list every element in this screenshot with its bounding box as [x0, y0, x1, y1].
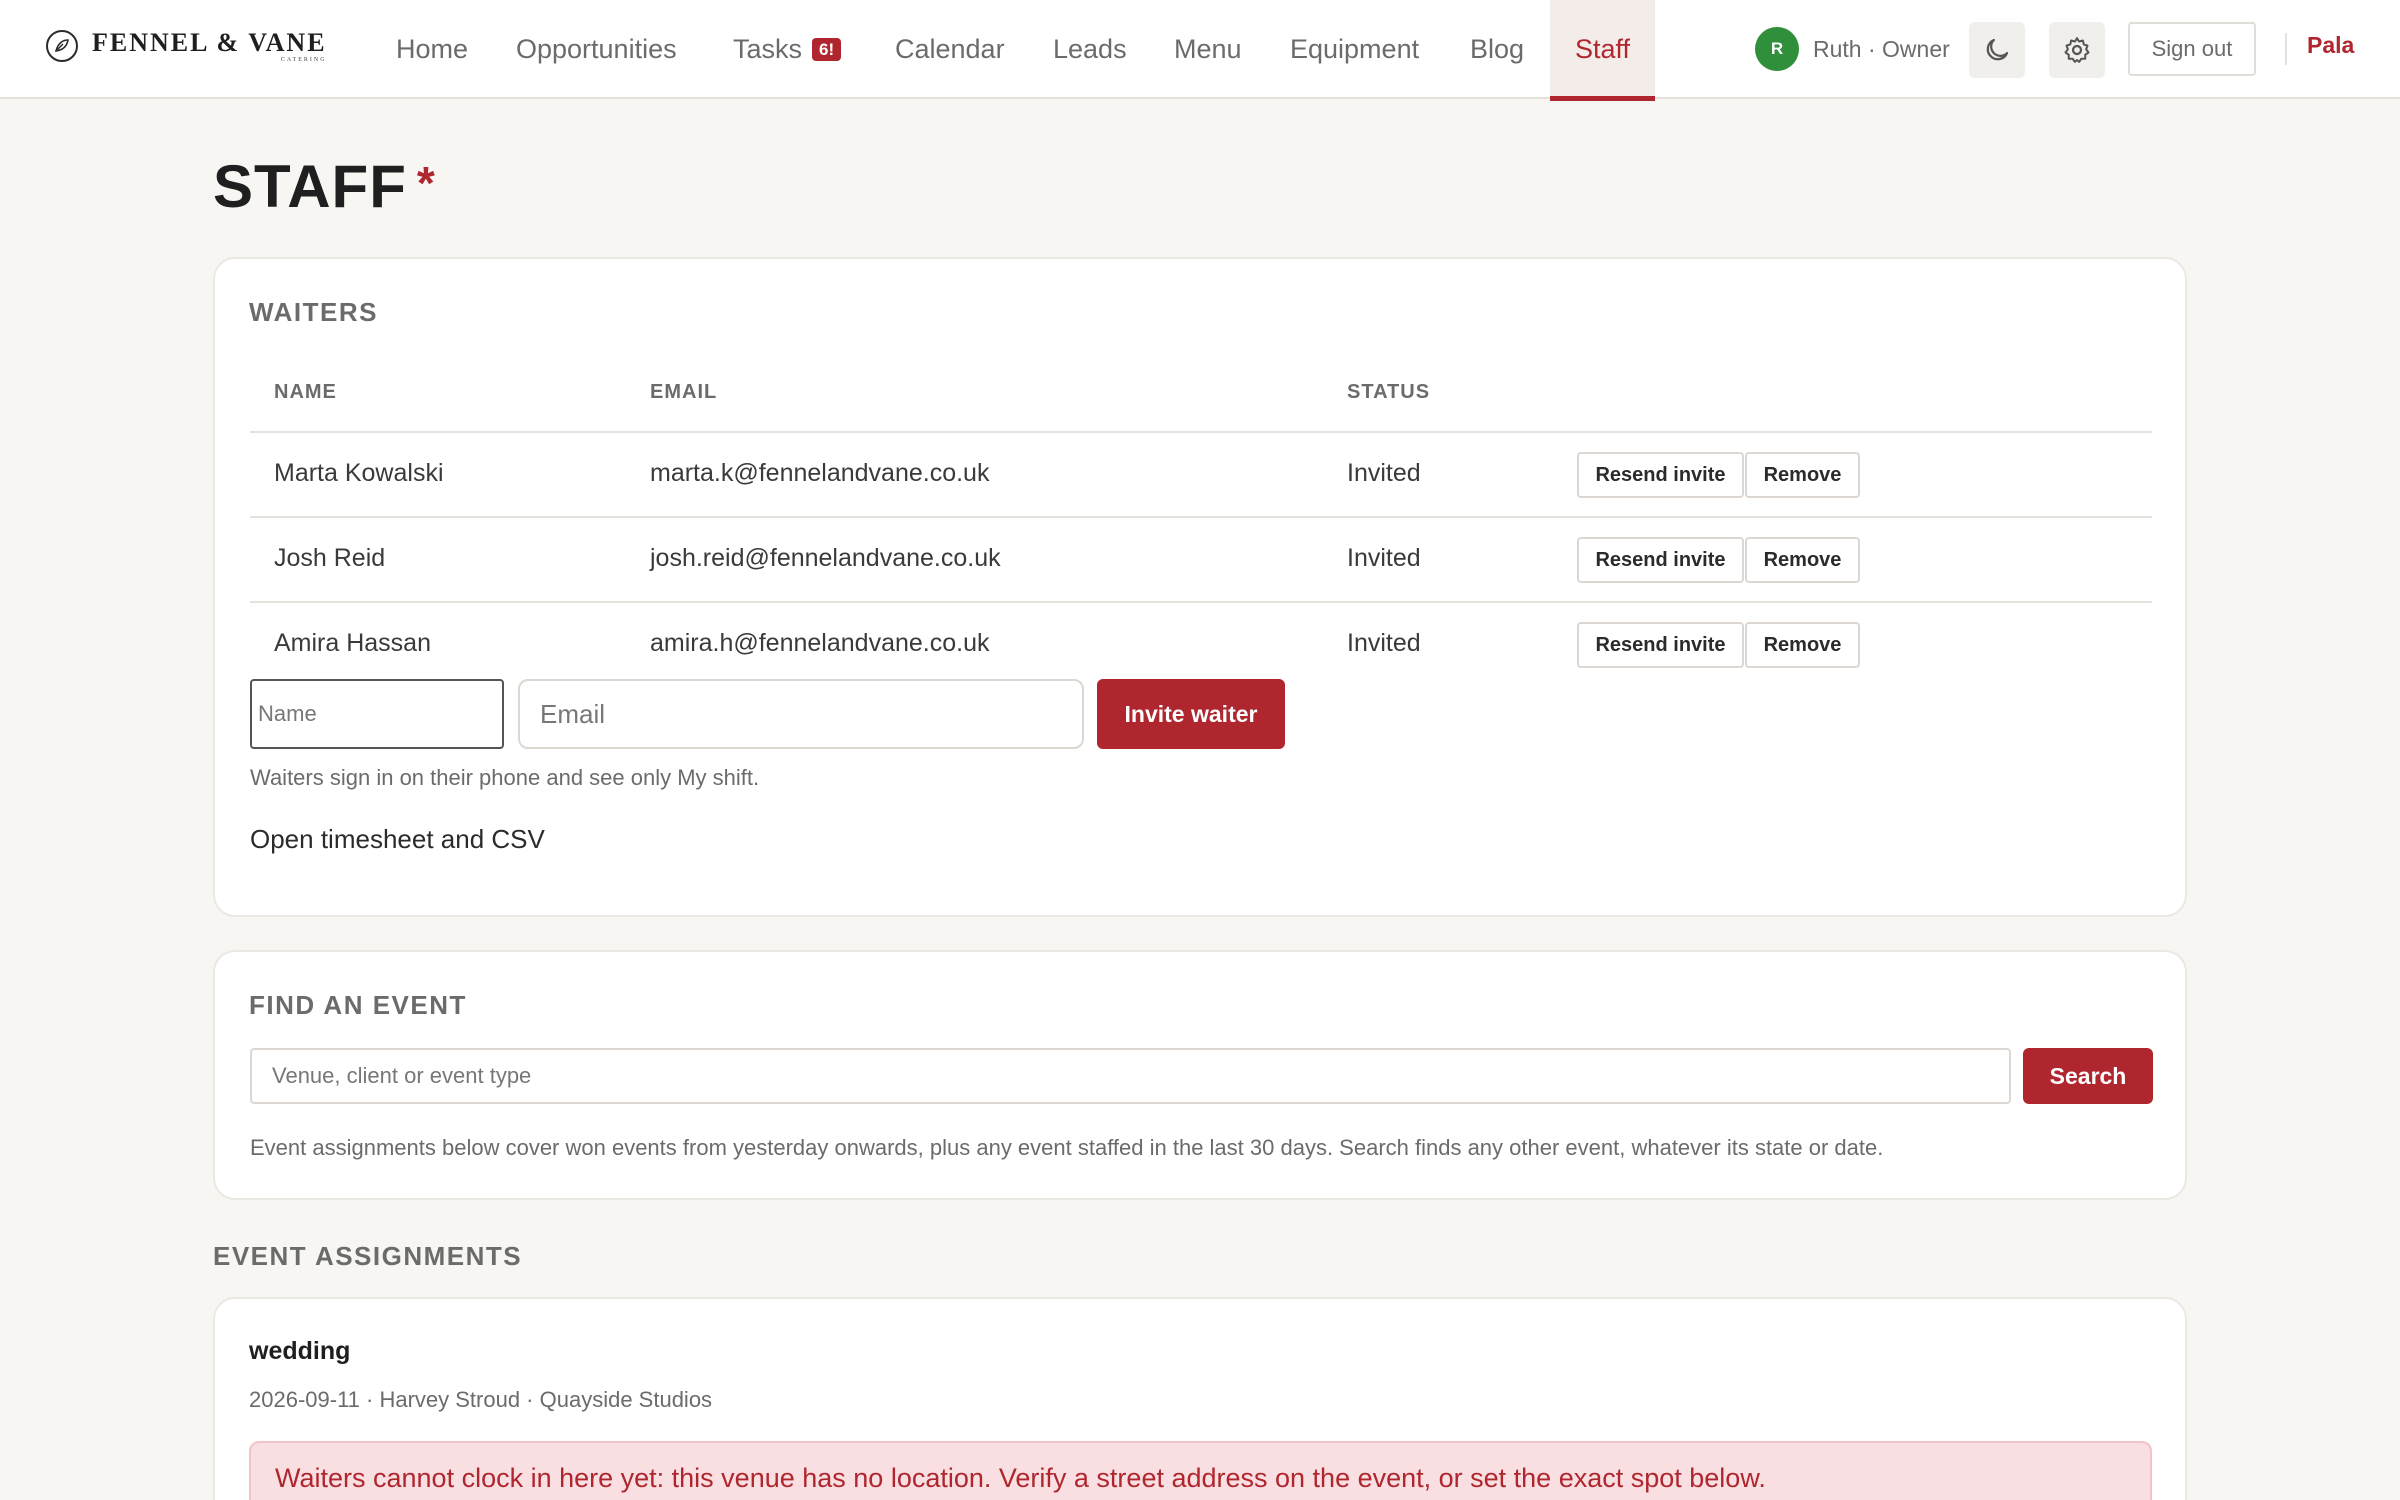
top-nav: FENNEL & VANE CATERING Home Opportunitie…	[0, 0, 2400, 101]
column-status: STATUS	[1347, 381, 1431, 403]
brand-logo[interactable]: FENNEL & VANE CATERING	[46, 28, 327, 64]
sign-out-button[interactable]: Sign out	[2128, 22, 2256, 76]
event-assignment-card: wedding 2026-09-11 · Harvey Stroud · Qua…	[213, 1297, 2187, 1500]
nav-tasks[interactable]: Tasks 6!	[733, 0, 842, 99]
nav-home[interactable]: Home	[396, 0, 468, 99]
waiter-name: Amira Hassan	[274, 629, 431, 657]
event-meta: 2026-09-11 · Harvey Stroud · Quayside St…	[249, 1387, 713, 1412]
event-assignments-title: EVENT ASSIGNMENTS	[213, 1241, 523, 1271]
event-type: wedding	[249, 1337, 351, 1365]
brand-name: FENNEL & VANE	[92, 27, 327, 57]
moon-icon	[1986, 38, 2009, 61]
waiter-name: Marta Kowalski	[274, 459, 444, 487]
waiters-title: WAITERS	[249, 297, 378, 327]
nav-opportunities[interactable]: Opportunities	[516, 0, 677, 99]
gear-icon	[2064, 37, 2090, 63]
page-title-text: STAFF	[213, 153, 407, 220]
nav-staff[interactable]: Staff	[1550, 0, 1655, 101]
settings-button[interactable]	[2049, 22, 2105, 78]
leaf-icon	[46, 30, 78, 62]
waiter-status: Invited	[1347, 544, 1421, 572]
nav-leads[interactable]: Leads	[1053, 0, 1127, 99]
remove-button[interactable]: Remove	[1745, 622, 1860, 668]
nav-calendar[interactable]: Calendar	[895, 0, 1005, 99]
timesheet-link[interactable]: Open timesheet and CSV	[250, 824, 545, 855]
table-header: NAME EMAIL STATUS	[250, 359, 2152, 433]
email-input[interactable]	[518, 679, 1084, 749]
required-mark: *	[416, 157, 436, 209]
event-search-input[interactable]	[250, 1048, 2011, 1104]
waiter-status: Invited	[1347, 629, 1421, 657]
column-email: EMAIL	[650, 381, 718, 403]
column-name: NAME	[274, 381, 337, 403]
waiters-table: NAME EMAIL STATUS Marta Kowalski marta.k…	[250, 359, 2152, 688]
table-row: Josh Reid josh.reid@fennelandvane.co.uk …	[250, 518, 2152, 603]
user-chip[interactable]: R Ruth · Owner	[1755, 27, 1950, 71]
search-button[interactable]: Search	[2023, 1048, 2153, 1104]
brand-subtitle: CATERING	[280, 56, 327, 63]
remove-button[interactable]: Remove	[1745, 537, 1860, 583]
nav-equipment[interactable]: Equipment	[1290, 0, 1419, 99]
find-event-note: Event assignments below cover won events…	[250, 1135, 1884, 1160]
nav-divider	[2285, 33, 2287, 65]
user-name: Ruth · Owner	[1813, 35, 1950, 62]
resend-invite-button[interactable]: Resend invite	[1577, 452, 1744, 498]
waiter-email: marta.k@fennelandvane.co.uk	[650, 459, 990, 487]
waiters-card: WAITERS NAME EMAIL STATUS Marta Kowalski…	[213, 257, 2187, 917]
nav-blog[interactable]: Blog	[1470, 0, 1524, 99]
waiter-email: amira.h@fennelandvane.co.uk	[650, 629, 990, 657]
table-row: Marta Kowalski marta.k@fennelandvane.co.…	[250, 433, 2152, 518]
find-event-title: FIND AN EVENT	[249, 990, 467, 1020]
resend-invite-button[interactable]: Resend invite	[1577, 622, 1744, 668]
resend-invite-button[interactable]: Resend invite	[1577, 537, 1744, 583]
invite-waiter-button[interactable]: Invite waiter	[1097, 679, 1285, 749]
waiters-hint: Waiters sign in on their phone and see o…	[250, 765, 760, 790]
workspace-link[interactable]: Pala	[2307, 32, 2354, 59]
waiter-status: Invited	[1347, 459, 1421, 487]
location-alert: Waiters cannot clock in here yet: this v…	[249, 1441, 2152, 1500]
nav-tasks-label: Tasks	[733, 34, 803, 64]
waiter-name: Josh Reid	[274, 544, 386, 572]
name-input[interactable]	[250, 679, 504, 749]
find-event-card: FIND AN EVENT Search Event assignments b…	[213, 950, 2187, 1200]
avatar: R	[1755, 27, 1799, 71]
remove-button[interactable]: Remove	[1745, 452, 1860, 498]
table-row: Amira Hassan amira.h@fennelandvane.co.uk…	[250, 603, 2152, 688]
page-title: STAFF *	[213, 152, 436, 221]
tasks-count-badge: 6!	[812, 38, 842, 61]
waiter-email: josh.reid@fennelandvane.co.uk	[650, 544, 1001, 572]
location-alert-text: Waiters cannot clock in here yet: this v…	[275, 1463, 1766, 1493]
theme-toggle-button[interactable]	[1969, 22, 2025, 78]
nav-menu[interactable]: Menu	[1174, 0, 1242, 99]
